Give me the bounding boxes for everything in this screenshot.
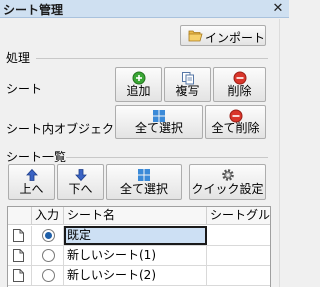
close-icon[interactable]: ✕ — [271, 2, 285, 16]
sheet-list-section-label: シート一覧 — [6, 150, 67, 164]
move-up-label: 上へ — [19, 182, 44, 196]
import-button-label: インポート — [205, 31, 266, 45]
list-select-all-label: 全て選択 — [119, 182, 168, 196]
process-section-label: 処理 — [6, 51, 31, 65]
move-down-button[interactable]: 下へ — [57, 164, 104, 200]
move-up-button[interactable]: 上へ — [8, 164, 55, 200]
quick-settings-button[interactable]: クイック設定 — [189, 164, 266, 200]
sheet-manager-panel: インポート 処理 シート 追加 複写 削除 シート内オブジェクト 全て選択 全て… — [0, 19, 279, 287]
folder-open-icon — [188, 30, 203, 42]
sheet-name-cell[interactable]: 新しいシート(1) — [64, 246, 207, 265]
move-down-label: 下へ — [68, 182, 93, 196]
grid-header-sheet-group[interactable]: シートグル — [207, 207, 270, 225]
sheet-group-cell[interactable] — [207, 266, 270, 285]
row-header-cell — [8, 246, 32, 265]
object-delete-all-button[interactable]: 全て削除 — [205, 105, 266, 139]
delete-sheet-button[interactable]: 削除 — [213, 67, 266, 102]
object-row-label: シート内オブジェクト — [6, 122, 127, 136]
input-radio-cell[interactable] — [32, 246, 64, 265]
delete-sheet-label: 削除 — [227, 84, 252, 98]
section-divider — [66, 157, 268, 158]
add-sheet-button[interactable]: 追加 — [115, 67, 162, 102]
object-select-all-button[interactable]: 全て選択 — [115, 105, 203, 139]
grid-header-input[interactable]: 入力 — [32, 207, 64, 225]
input-radio[interactable] — [42, 229, 55, 242]
quick-settings-label: クイック設定 — [191, 182, 264, 196]
copy-sheet-button[interactable]: 複写 — [164, 67, 211, 102]
row-header-cell — [8, 266, 32, 285]
table-row[interactable]: 新しいシート(2) — [8, 266, 270, 286]
sheet-group-cell[interactable] — [207, 226, 270, 245]
object-select-all-label: 全て選択 — [134, 121, 183, 135]
panel-scrollbar[interactable] — [279, 19, 289, 287]
input-radio[interactable] — [42, 269, 55, 282]
add-sheet-label: 追加 — [126, 84, 151, 98]
import-button[interactable]: インポート — [180, 25, 266, 46]
object-delete-all-label: 全て削除 — [211, 121, 260, 135]
sheet-row-label: シート — [6, 82, 43, 96]
input-radio[interactable] — [42, 249, 55, 262]
row-header-cell — [8, 226, 32, 245]
grid-header-corner — [8, 207, 32, 225]
document-icon — [13, 249, 24, 262]
list-select-all-button[interactable]: 全て選択 — [106, 164, 182, 200]
section-divider — [36, 58, 268, 59]
sheet-list-grid[interactable]: 入力 シート名 シートグル 既定 新しいシート(1) 新しいシート(2) — [7, 206, 271, 287]
title-bar: シート管理 ✕ — [0, 0, 289, 18]
document-icon — [13, 229, 24, 242]
copy-sheet-label: 複写 — [175, 84, 200, 98]
sheet-name-cell[interactable]: 新しいシート(2) — [64, 266, 207, 285]
table-row[interactable]: 既定 — [8, 226, 270, 246]
sheet-name-cell[interactable]: 既定 — [64, 226, 207, 245]
window-title: シート管理 — [3, 3, 64, 17]
table-row[interactable]: 新しいシート(1) — [8, 246, 270, 266]
input-radio-cell[interactable] — [32, 226, 64, 245]
sheet-group-cell[interactable] — [207, 246, 270, 265]
input-radio-cell[interactable] — [32, 266, 64, 285]
document-icon — [13, 269, 24, 282]
grid-header-sheet-name[interactable]: シート名 — [64, 207, 207, 225]
